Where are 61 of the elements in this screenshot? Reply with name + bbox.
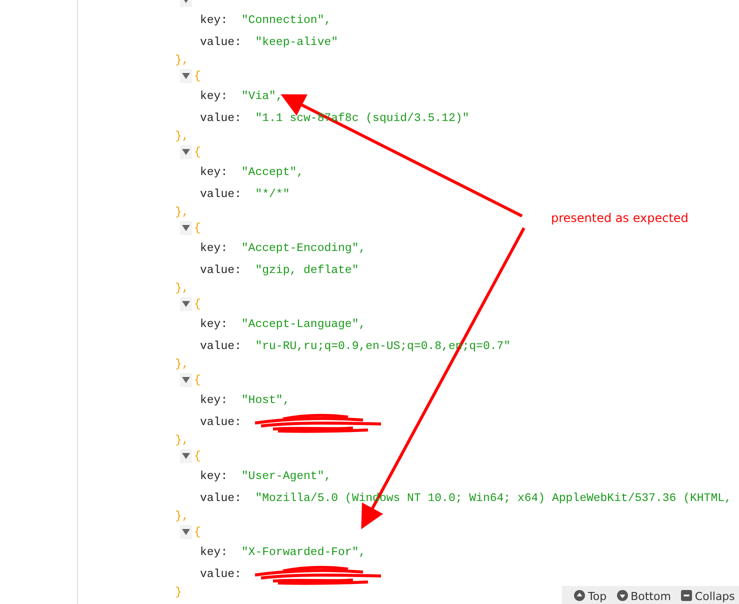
close-brace: }, — [175, 206, 189, 218]
caret-icon — [182, 225, 190, 231]
collapse-toggle[interactable] — [180, 525, 192, 539]
key-label: key: — [200, 546, 228, 558]
key-value: "User-Agent", — [241, 470, 332, 482]
caret-icon — [182, 529, 190, 535]
value-string: "gzip, deflate" — [255, 264, 359, 276]
value-label: value: — [200, 264, 242, 276]
value-label: value: — [200, 340, 242, 352]
key-value: "Accept-Encoding", — [241, 242, 366, 254]
key-label: key: — [200, 318, 228, 330]
annotation-text: presented as expected — [551, 211, 688, 225]
key-value: "Accept-Language", — [241, 318, 366, 330]
value-string: "keep-alive" — [255, 36, 338, 48]
key-label: key: — [200, 90, 228, 102]
key-label: key: — [200, 394, 228, 406]
value-label: value: — [200, 188, 242, 200]
key-value: "Connection", — [241, 14, 332, 26]
key-value: "Host", — [241, 394, 290, 406]
open-brace: { — [194, 526, 201, 538]
caret-icon — [182, 149, 190, 155]
open-brace: { — [194, 298, 201, 310]
open-brace: { — [194, 70, 201, 82]
key-value: "Via", — [241, 90, 283, 102]
collapse-button[interactable]: Collaps — [680, 590, 735, 604]
open-brace: { — [194, 146, 201, 158]
close-brace: }, — [175, 130, 189, 142]
collapse-toggle[interactable] — [180, 145, 192, 159]
key-value: "Accept", — [241, 166, 304, 178]
close-brace: }, — [175, 282, 189, 294]
key-label: key: — [200, 242, 228, 254]
close-brace: }, — [175, 510, 189, 522]
close-brace: }, — [175, 434, 189, 446]
close-brace: } — [175, 586, 182, 598]
value-label: value: — [200, 416, 242, 428]
close-brace: }, — [175, 358, 189, 370]
value-label: value: — [200, 112, 242, 124]
key-label: key: — [200, 470, 228, 482]
key-value: "X-Forwarded-For", — [241, 546, 366, 558]
collapse-toggle[interactable] — [180, 449, 192, 463]
value-string: "*/*" — [255, 188, 290, 200]
value-label: value: — [200, 36, 242, 48]
open-brace: { — [194, 450, 201, 462]
collapse-toggle[interactable] — [180, 221, 192, 235]
value-label: value: — [200, 492, 242, 504]
collapse-toggle[interactable] — [180, 69, 192, 83]
caret-icon — [182, 453, 190, 459]
open-brace: { — [194, 222, 201, 234]
open-brace: { — [194, 374, 201, 386]
key-label: key: — [200, 14, 228, 26]
caret-icon — [182, 377, 190, 383]
caret-icon — [182, 73, 190, 79]
close-brace: }, — [175, 54, 189, 66]
value-label: value: — [200, 568, 242, 580]
minus-square-icon — [680, 590, 692, 601]
collapse-toggle[interactable] — [180, 373, 192, 387]
key-label: key: — [200, 166, 228, 178]
top-button[interactable]: Top — [574, 590, 607, 604]
bottom-button[interactable]: Bottom — [616, 590, 671, 604]
caret-icon — [182, 301, 190, 307]
collapse-toggle[interactable] — [180, 297, 192, 311]
